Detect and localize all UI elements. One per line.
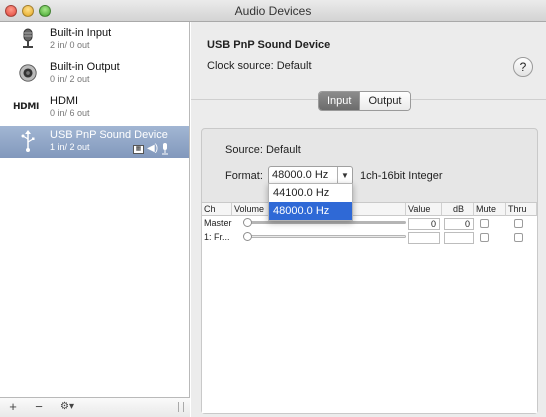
volume-slider-master[interactable] [244, 221, 406, 224]
column-header-value[interactable]: Value [406, 203, 442, 216]
device-detail-panel: USB PnP Sound Device Clock source: Defau… [191, 22, 546, 417]
sidebar-footer: + − ⚙▾ [0, 397, 190, 417]
format-label: Format: [225, 170, 263, 182]
gear-menu-button[interactable]: ⚙▾ [55, 400, 79, 416]
input-output-tabs: Input Output [318, 91, 411, 111]
help-button[interactable]: ? [513, 57, 533, 77]
format-option-44100[interactable]: 44100.0 Hz [269, 184, 352, 202]
mute-checkbox[interactable] [480, 233, 489, 242]
device-badges: ▦ ◀) [133, 143, 169, 155]
title-bar: Audio Devices [0, 0, 546, 22]
resize-grip-icon[interactable] [178, 402, 184, 412]
db-field[interactable]: 0 [444, 218, 474, 230]
channel-name: 1: Fr... [204, 232, 230, 242]
device-title: USB PnP Sound Device [207, 39, 331, 51]
source-label: Source: Default [225, 144, 301, 156]
value-field[interactable]: 0 [408, 218, 440, 230]
remove-device-button[interactable]: − [32, 400, 46, 416]
hdmi-icon: HDMI [12, 102, 40, 112]
default-output-speaker-icon: ◀) [147, 143, 159, 154]
device-list: Built-in Input 2 in/ 0 out Built-in Outp… [0, 22, 190, 417]
column-header-mute[interactable]: Mute [474, 203, 506, 216]
column-header-thru[interactable]: Thru [506, 203, 537, 216]
mute-checkbox[interactable] [480, 219, 489, 228]
device-item-usb-pnp[interactable]: USB PnP Sound Device 1 in/ 2 out ▦ ◀) [0, 126, 189, 158]
chevron-down-icon: ▼ [337, 167, 352, 184]
device-name: Built-in Output [50, 61, 120, 73]
device-io: 2 in/ 0 out [50, 40, 90, 50]
device-io: 1 in/ 2 out [50, 142, 90, 152]
column-header-db[interactable]: dB [442, 203, 474, 216]
default-input-mic-icon [162, 143, 169, 155]
format-value: 48000.0 Hz [272, 169, 329, 181]
microphone-icon [18, 27, 38, 51]
volume-slider-knob[interactable] [243, 232, 252, 241]
format-bits: 1ch-16bit Integer [360, 170, 443, 182]
device-io: 0 in/ 6 out [50, 108, 90, 118]
clock-badge-icon: ▦ [133, 144, 144, 154]
window-title: Audio Devices [234, 4, 312, 18]
format-option-48000[interactable]: 48000.0 Hz [269, 202, 352, 220]
input-settings-panel: Source: Default Format: 48000.0 Hz ▼ 1ch… [201, 128, 538, 414]
value-field[interactable] [408, 232, 440, 244]
speaker-icon [18, 61, 38, 85]
tab-input[interactable]: Input [319, 92, 360, 110]
device-item-built-in-input[interactable]: Built-in Input 2 in/ 0 out [0, 24, 189, 56]
device-name: USB PnP Sound Device [50, 129, 168, 141]
channel-table: Ch Volume Value dB Mute Thru Master 0 0 … [202, 202, 537, 413]
device-name: Built-in Input [50, 27, 112, 39]
device-item-built-in-output[interactable]: Built-in Output 0 in/ 2 out [0, 58, 189, 90]
device-item-hdmi[interactable]: HDMI HDMI 0 in/ 6 out [0, 92, 189, 124]
thru-checkbox[interactable] [514, 219, 523, 228]
channel-name: Master [204, 218, 232, 228]
device-io: 0 in/ 2 out [50, 74, 90, 84]
clock-source: Clock source: Default [207, 60, 312, 72]
add-device-button[interactable]: + [6, 400, 20, 416]
device-name: HDMI [50, 95, 79, 107]
format-dropdown-menu: 44100.0 Hz 48000.0 Hz [268, 183, 353, 221]
volume-slider-ch1[interactable] [244, 235, 406, 238]
usb-icon [18, 129, 38, 153]
tab-output[interactable]: Output [359, 92, 410, 110]
column-header-ch[interactable]: Ch [202, 203, 232, 216]
db-field[interactable] [444, 232, 474, 244]
volume-slider-knob[interactable] [243, 218, 252, 227]
thru-checkbox[interactable] [514, 233, 523, 242]
